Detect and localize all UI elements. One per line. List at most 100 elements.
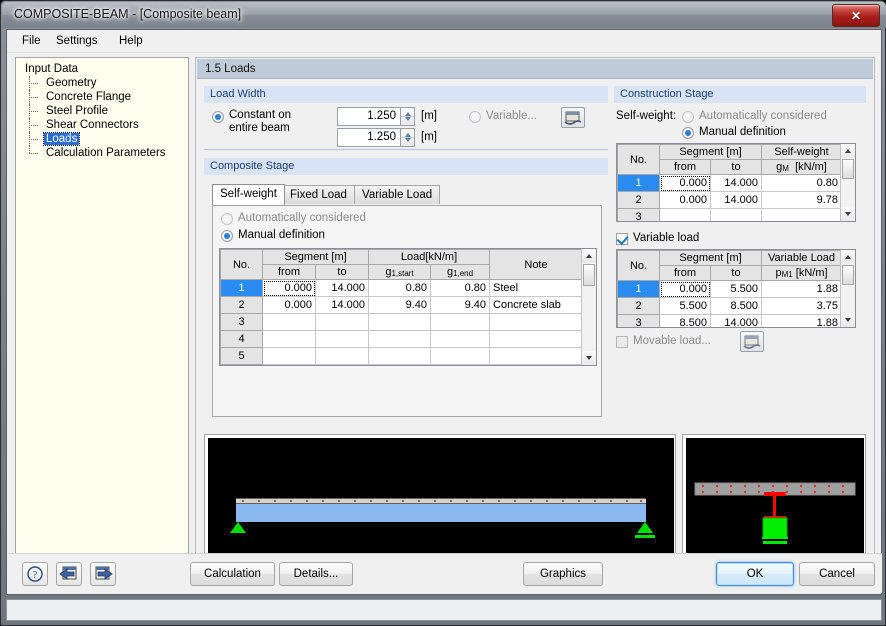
navigator-tree[interactable]: Input Data Geometry Concrete Flange Stee… — [15, 57, 189, 584]
previous-button[interactable] — [56, 562, 82, 586]
cell-note[interactable] — [489, 313, 583, 331]
scroll-thumb[interactable] — [842, 159, 854, 179]
cell-to[interactable]: 14.000 — [314, 279, 370, 297]
sidebar-item-geometry[interactable]: Geometry — [22, 76, 188, 90]
e1-spinner[interactable] — [400, 107, 415, 126]
cell-g-start[interactable] — [368, 313, 432, 331]
movable-load-button[interactable] — [740, 331, 764, 352]
cell-to[interactable]: 14.000 — [314, 296, 370, 314]
cell-g-end[interactable] — [430, 347, 491, 365]
sidebar-item-shear-connectors[interactable]: Shear Connectors — [22, 118, 188, 132]
sidebar-item-concrete-flange[interactable]: Concrete Flange — [22, 90, 188, 104]
scroll-thumb[interactable] — [842, 265, 854, 285]
scroll-up-icon[interactable] — [841, 250, 855, 264]
variable-load-width-button[interactable] — [561, 107, 585, 128]
scroll-down-icon[interactable] — [841, 207, 855, 221]
next-button[interactable] — [90, 562, 116, 586]
scroll-down-icon[interactable] — [841, 313, 855, 327]
e2-spinner[interactable] — [400, 128, 415, 147]
table-row[interactable]: 2 0.000 14.000 9.78 — [617, 191, 842, 209]
sidebar-item-calculation-parameters[interactable]: Calculation Parameters — [22, 146, 188, 160]
cell-value[interactable]: 0.80 — [761, 174, 842, 192]
radio-composite-auto[interactable] — [221, 213, 233, 225]
cell-note[interactable]: Steel — [489, 279, 583, 297]
sidebar-item-steel-profile[interactable]: Steel Profile — [22, 104, 188, 118]
scroll-thumb[interactable] — [583, 264, 595, 286]
cell-to[interactable]: 14.000 — [709, 191, 763, 209]
table-row[interactable]: 1 0.000 14.000 0.80 — [617, 174, 842, 192]
radio-composite-manual[interactable] — [221, 230, 233, 242]
cell-g-end[interactable] — [430, 330, 491, 348]
radio-variable-load-width[interactable] — [469, 111, 481, 123]
table-row[interactable]: 3 — [220, 313, 583, 331]
cell-note[interactable] — [489, 347, 583, 365]
cell-value[interactable]: 1.88 — [761, 280, 842, 298]
cell-value[interactable]: 3.75 — [761, 297, 842, 315]
cell-to[interactable]: 5.500 — [709, 280, 763, 298]
variable-load-table[interactable]: No. Segment [m] Variable Load from to pM… — [616, 249, 856, 328]
table-row[interactable]: 1 0.000 5.500 1.88 — [617, 280, 842, 298]
construction-selfweight-table[interactable]: No. Segment [m] Self-weight from to gM [… — [616, 143, 856, 222]
cell-to[interactable]: 14.000 — [709, 314, 763, 327]
cell-from[interactable]: 0.000 — [659, 191, 711, 209]
cell-from[interactable]: 0.000 — [262, 279, 316, 297]
cell-to[interactable]: 14.000 — [709, 174, 763, 192]
help-button[interactable]: ? — [22, 562, 48, 586]
radio-construction-manual[interactable] — [682, 127, 694, 139]
scroll-down-icon[interactable] — [582, 351, 596, 365]
cell-g-end[interactable]: 9.40 — [430, 296, 491, 314]
scroll-up-icon[interactable] — [841, 144, 855, 158]
cell-g-start[interactable]: 9.40 — [368, 296, 432, 314]
cell-from[interactable] — [262, 347, 316, 365]
table-row[interactable]: 3 8.500 14.000 1.88 — [617, 314, 842, 327]
table-row[interactable]: 2 5.500 8.500 3.75 — [617, 297, 842, 315]
menu-help[interactable]: Help — [112, 33, 150, 49]
cell-from[interactable]: 0.000 — [659, 174, 711, 192]
cell-value[interactable]: 1.88 — [761, 314, 842, 327]
composite-table-scrollbar[interactable] — [581, 249, 596, 365]
table-row[interactable]: 2 0.000 14.000 9.40 9.40 Concrete slab — [220, 296, 583, 314]
beam-cross-section-view[interactable] — [682, 434, 866, 571]
variable-load-table-scrollbar[interactable] — [840, 250, 855, 327]
cell-g-end[interactable]: 0.80 — [430, 279, 491, 297]
cell-value[interactable] — [761, 208, 842, 221]
cell-note[interactable]: Concrete slab — [489, 296, 583, 314]
checkbox-movable-load[interactable] — [616, 336, 628, 348]
cell-g-start[interactable] — [368, 330, 432, 348]
beam-elevation-view[interactable] — [204, 434, 676, 571]
cell-from[interactable] — [262, 313, 316, 331]
cell-note[interactable] — [489, 330, 583, 348]
cancel-button[interactable]: Cancel — [799, 562, 875, 586]
cell-g-start[interactable]: 0.80 — [368, 279, 432, 297]
tab-self-weight[interactable]: Self-weight — [212, 184, 285, 205]
cell-from[interactable]: 0.000 — [262, 296, 316, 314]
radio-constant-on-entire-beam[interactable] — [212, 111, 224, 123]
cell-from[interactable]: 5.500 — [659, 297, 711, 315]
cell-to[interactable] — [709, 208, 763, 221]
composite-stage-table[interactable]: No. Segment [m] Load[kN/m] Note from to … — [219, 248, 597, 366]
cell-from[interactable] — [659, 208, 711, 221]
e2-input[interactable]: 1.250 — [337, 128, 401, 147]
menu-settings[interactable]: Settings — [49, 33, 105, 49]
e1-input[interactable]: 1.250 — [337, 107, 401, 126]
table-row[interactable]: 1 0.000 14.000 0.80 0.80 Steel — [220, 279, 583, 297]
details-button[interactable]: Details... — [279, 562, 353, 586]
table-row[interactable]: 4 — [220, 330, 583, 348]
ok-button[interactable]: OK — [716, 562, 794, 586]
table-row[interactable]: 5 — [220, 347, 583, 365]
tab-variable-load[interactable]: Variable Load — [354, 185, 441, 204]
checkbox-variable-load[interactable] — [616, 233, 628, 245]
cell-to[interactable] — [314, 347, 370, 365]
radio-construction-auto[interactable] — [682, 111, 694, 123]
cell-g-start[interactable] — [368, 347, 432, 365]
cell-to[interactable]: 8.500 — [709, 297, 763, 315]
calculation-button[interactable]: Calculation — [190, 562, 275, 586]
cell-to[interactable] — [314, 330, 370, 348]
scroll-up-icon[interactable] — [582, 249, 596, 263]
cell-value[interactable]: 9.78 — [761, 191, 842, 209]
cell-from[interactable]: 0.000 — [659, 280, 711, 298]
construction-table-scrollbar[interactable] — [840, 144, 855, 221]
sidebar-item-loads[interactable]: Loads — [22, 132, 188, 146]
menu-file[interactable]: File — [15, 33, 48, 49]
cell-from[interactable] — [262, 330, 316, 348]
